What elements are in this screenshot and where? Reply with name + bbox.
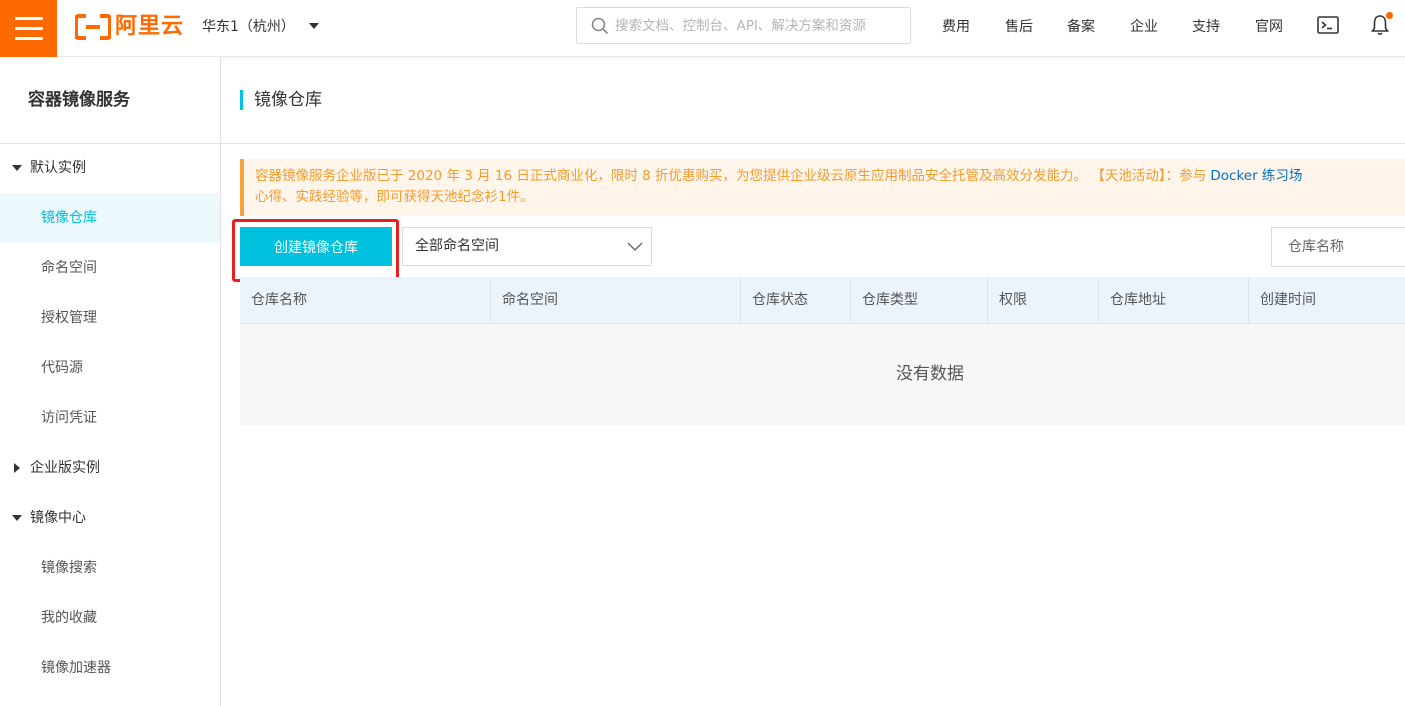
sidebar: 容器镜像服务 默认实例 镜像仓库 命名空间 授权管理 代码源 访问凭证 企业版实… <box>0 57 221 706</box>
nav-filing[interactable]: 备案 <box>1067 17 1095 37</box>
logo-text: 阿里云 <box>115 14 185 39</box>
sidebar-item-authorization[interactable]: 授权管理 <box>0 293 220 343</box>
aliyun-logo[interactable]: 阿里云 <box>75 13 185 43</box>
column-permission: 权限 <box>988 277 1099 324</box>
top-bar: 阿里云 华东1（杭州） 费用 售后 备案 企业 支持 官网 <box>0 0 1405 57</box>
namespace-select[interactable]: 全部命名空间 <box>402 227 652 266</box>
sidebar-title: 容器镜像服务 <box>0 57 220 144</box>
page-title: 镜像仓库 <box>254 90 322 110</box>
global-search[interactable] <box>576 7 911 44</box>
sidebar-item-image-repo[interactable]: 镜像仓库 <box>0 193 220 243</box>
repo-name-search[interactable] <box>1271 227 1405 267</box>
notice-line-2: 心得、实践经验等，即可获得天池纪念衫1件。 <box>255 189 534 205</box>
notice-line-1: 容器镜像服务企业版已于 2020 年 3 月 16 日正式商业化，限时 8 折优… <box>255 166 1405 187</box>
sidebar-item-favorites[interactable]: 我的收藏 <box>0 593 220 643</box>
chevron-down-icon <box>627 242 643 251</box>
notice-link-docker-playground[interactable]: Docker 练习场 <box>1210 168 1302 184</box>
region-selector[interactable]: 华东1（杭州） <box>202 16 295 38</box>
sidebar-group-default-instance[interactable]: 默认实例 <box>0 143 220 193</box>
notification-dot <box>1386 12 1393 19</box>
caret-down-icon[interactable] <box>309 23 319 29</box>
table-body: 没有数据 <box>240 324 1405 425</box>
nav-after-sales[interactable]: 售后 <box>1005 17 1033 37</box>
sidebar-group-label: 默认实例 <box>30 160 86 176</box>
sidebar-item-image-search[interactable]: 镜像搜索 <box>0 543 220 593</box>
nav-official-site[interactable]: 官网 <box>1255 17 1283 37</box>
search-input[interactable] <box>615 10 905 41</box>
column-namespace: 命名空间 <box>491 277 741 324</box>
sidebar-group-label: 企业版实例 <box>30 460 100 476</box>
caret-down-icon <box>12 515 22 521</box>
sidebar-group-label: 镜像中心 <box>30 510 86 526</box>
column-repo-status: 仓库状态 <box>741 277 851 324</box>
sidebar-group-enterprise-instance[interactable]: 企业版实例 <box>0 443 220 493</box>
sidebar-item-image-accelerator[interactable]: 镜像加速器 <box>0 643 220 693</box>
sidebar-item-code-source[interactable]: 代码源 <box>0 343 220 393</box>
repo-name-input[interactable] <box>1288 232 1405 262</box>
caret-down-icon <box>12 165 22 171</box>
namespace-select-value: 全部命名空间 <box>415 238 499 254</box>
table-header: 仓库名称 命名空间 仓库状态 仓库类型 权限 仓库地址 创建时间 <box>240 277 1405 324</box>
notice-banner: 容器镜像服务企业版已于 2020 年 3 月 16 日正式商业化，限时 8 折优… <box>240 159 1405 216</box>
sidebar-group-image-center[interactable]: 镜像中心 <box>0 493 220 543</box>
menu-icon[interactable] <box>0 0 57 57</box>
page-header: 镜像仓库 <box>221 57 1405 144</box>
notice-text: 容器镜像服务企业版已于 2020 年 3 月 16 日正式商业化，限时 8 折优… <box>255 168 1211 184</box>
sidebar-item-access-credential[interactable]: 访问凭证 <box>0 393 220 443</box>
sidebar-item-namespace[interactable]: 命名空间 <box>0 243 220 293</box>
nav-enterprise[interactable]: 企业 <box>1130 17 1158 37</box>
create-repo-button[interactable]: 创建镜像仓库 <box>240 227 392 266</box>
caret-right-icon <box>14 463 20 473</box>
column-created-time: 创建时间 <box>1260 292 1316 308</box>
search-icon <box>591 17 609 35</box>
nav-fees[interactable]: 费用 <box>942 17 970 37</box>
nav-support[interactable]: 支持 <box>1192 17 1220 37</box>
aliyun-logo-icon <box>75 14 111 40</box>
column-repo-type: 仓库类型 <box>851 277 988 324</box>
terminal-icon[interactable] <box>1317 15 1339 35</box>
column-repo-address: 仓库地址 <box>1099 277 1249 324</box>
column-repo-name: 仓库名称 <box>240 277 491 324</box>
empty-state-text: 没有数据 <box>896 364 964 384</box>
title-accent-bar <box>240 90 243 110</box>
